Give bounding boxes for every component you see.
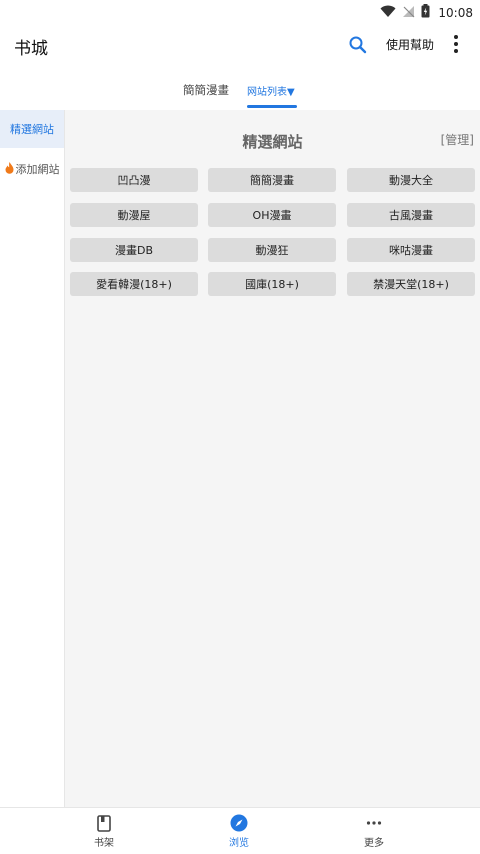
search-button[interactable]	[346, 33, 370, 57]
fire-icon	[5, 161, 14, 177]
wifi-icon	[380, 3, 396, 22]
tab-indicator	[247, 105, 297, 108]
more-vertical-icon[interactable]	[448, 32, 464, 56]
site-button[interactable]: 動漫狂	[208, 238, 336, 262]
manage-button[interactable]: [管理]	[441, 131, 474, 148]
nav-label: 书架	[94, 838, 114, 849]
book-icon	[95, 814, 113, 832]
site-button[interactable]: 簡簡漫畫	[208, 168, 336, 192]
section-title: 精選網站	[242, 133, 303, 151]
app-bar: 书城 使用幫助	[0, 22, 480, 68]
sidebar-item-add-site[interactable]: 添加網站	[0, 150, 64, 188]
nav-label: 浏览	[229, 838, 249, 849]
tab-site-list[interactable]: 网站列表▼	[247, 83, 295, 98]
tab-bar: 簡簡漫畫 网站列表▼	[0, 74, 480, 110]
sidebar-item-label: 精選網站	[10, 123, 54, 136]
site-button[interactable]: 動漫大全	[347, 168, 475, 192]
status-time: 10:08	[438, 5, 473, 20]
site-button[interactable]: 漫畫DB	[70, 238, 198, 262]
site-button[interactable]: 國庫(18+)	[208, 272, 336, 296]
nav-browse[interactable]: 浏览	[209, 814, 269, 849]
sidebar-item-label: 添加網站	[15, 163, 60, 176]
search-icon	[346, 36, 370, 61]
bottom-nav: 书架 浏览 更多	[0, 807, 480, 854]
site-button[interactable]: 古風漫畫	[347, 203, 475, 227]
nav-label: 更多	[364, 838, 384, 849]
content-area: 精選網站 添加網站 精選網站 [管理] 凹凸漫 簡簡漫畫 動漫大全 動漫屋 OH…	[0, 110, 480, 807]
nav-more[interactable]: 更多	[344, 814, 404, 849]
main-panel: 精選網站 [管理] 凹凸漫 簡簡漫畫 動漫大全 動漫屋 OH漫畫 古風漫畫 漫畫…	[65, 110, 480, 807]
status-bar: 10:08	[0, 0, 480, 22]
page-title: 书城	[14, 39, 48, 59]
site-button[interactable]: 動漫屋	[70, 203, 198, 227]
status-icons: 10:08	[380, 3, 473, 22]
site-button[interactable]: 凹凸漫	[70, 168, 198, 192]
compass-icon	[230, 814, 248, 832]
tab-jianjian-manhua[interactable]: 簡簡漫畫	[183, 82, 229, 98]
site-button[interactable]: 愛看韓漫(18+)	[70, 272, 198, 296]
battery-charging-icon	[421, 3, 430, 22]
sidebar-item-featured-sites[interactable]: 精選網站	[0, 110, 64, 148]
site-button[interactable]: OH漫畫	[208, 203, 336, 227]
nav-bookshelf[interactable]: 书架	[74, 814, 134, 849]
signal-off-icon	[402, 3, 415, 22]
more-horizontal-icon	[365, 814, 383, 832]
site-button[interactable]: 禁漫天堂(18+)	[347, 272, 475, 296]
sidebar: 精選網站 添加網站	[0, 110, 65, 807]
site-button[interactable]: 咪咕漫畫	[347, 238, 475, 262]
help-button[interactable]: 使用幫助	[386, 36, 434, 53]
